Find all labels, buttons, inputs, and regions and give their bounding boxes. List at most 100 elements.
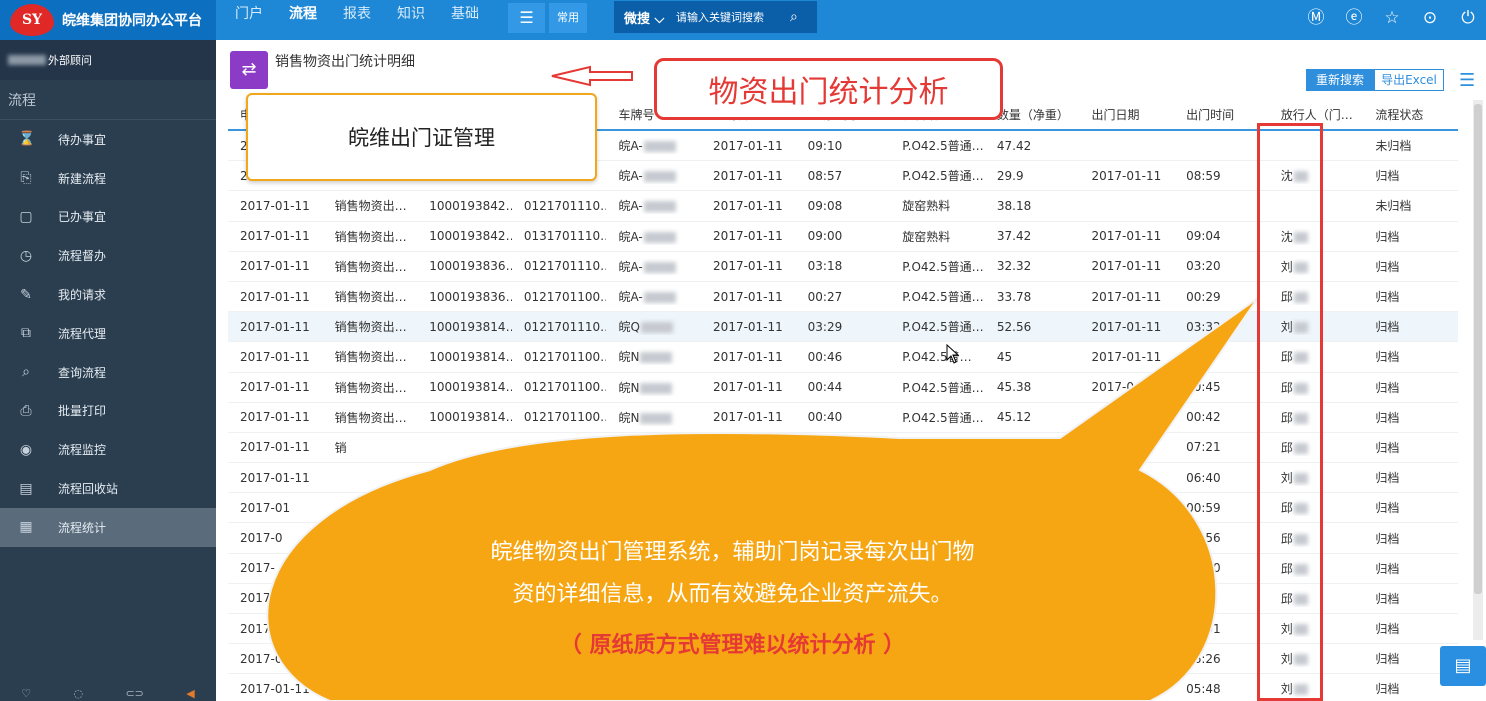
sidebar-item[interactable]: ▢ 已办事宜 <box>0 198 216 237</box>
callout-box: 皖维出门证管理 <box>246 93 597 181</box>
power-icon[interactable]: ⏻ <box>1456 6 1480 30</box>
sidebar-item[interactable]: ✎ 我的请求 <box>0 275 216 314</box>
sidebar-item[interactable]: ▤ 流程回收站 <box>0 469 216 508</box>
sidebar-item[interactable]: ▦ 流程统计 <box>0 507 216 547</box>
table-cell: 45.12 <box>985 410 1080 424</box>
cell-text: 销售物资出… <box>334 199 407 214</box>
table-cell: 2017-01-11 <box>701 380 796 394</box>
sidebar-item[interactable]: ⌛ 待办事宜 <box>0 120 216 159</box>
e-circle-icon[interactable]: ⓔ <box>1342 6 1366 30</box>
table-cell: 09:08 <box>796 199 891 213</box>
cell-text: 2017-01-11 <box>713 229 783 244</box>
nav-item[interactable]: 门户 <box>222 0 276 40</box>
cell-text: 1000193814… <box>429 349 512 364</box>
table-cell: 08:57 <box>796 169 891 183</box>
nav-item[interactable]: 知识 <box>384 0 438 40</box>
cell-text: P.O42.5普通… <box>902 410 984 425</box>
page-stats-icon: ⇄ <box>230 51 268 89</box>
table-cell: 2017-01-11 <box>701 169 796 183</box>
footer-user-icon[interactable]: ◌ <box>73 687 83 701</box>
cell-text: 2017-01-11 <box>240 681 310 696</box>
list-view-icon[interactable]: ☰ <box>1459 70 1475 91</box>
cell-text: 2017-0 <box>240 531 283 546</box>
cell-text: 销售物资出… <box>334 259 407 274</box>
vertical-scrollbar[interactable] <box>1473 100 1483 640</box>
column-header[interactable]: 出门时间 <box>1174 106 1269 123</box>
search-scope-dropdown[interactable]: 微搜 ⌵ <box>614 8 676 27</box>
cell-text: 00:44 <box>807 380 843 395</box>
scrollbar-thumb[interactable] <box>1474 104 1482 594</box>
cell-text: 05:48 <box>1186 681 1221 696</box>
nav-item[interactable]: 报表 <box>330 0 384 40</box>
search-icon[interactable]: ⌕ <box>790 9 798 25</box>
table-cell: 29.9 <box>985 169 1080 183</box>
sidebar-item[interactable]: ⎙ 批量打印 <box>0 392 216 431</box>
cell-text: 1000193842… <box>429 198 512 213</box>
column-header[interactable]: 流程状态 <box>1363 106 1458 123</box>
cell-text: 2017-01-11 <box>713 319 783 334</box>
sidebar-item-label: 流程统计 <box>58 520 107 535</box>
menu-button[interactable]: ☰ <box>508 3 545 33</box>
cell-text: 2017-01-11 <box>713 289 783 304</box>
sidebar-item[interactable]: ⌕ 查询流程 <box>0 353 216 392</box>
cell-text: 45.12 <box>996 410 1032 425</box>
nav-item[interactable]: 流程 <box>276 0 330 40</box>
common-button[interactable]: 常用 <box>549 3 587 33</box>
table-cell: 归档 <box>1363 258 1458 275</box>
footer-link-icon[interactable]: ⊂⊃ <box>125 687 143 701</box>
table-cell: 2017-0 <box>228 531 323 545</box>
star-icon[interactable]: ☆ <box>1380 6 1404 30</box>
footer-sound-icon[interactable]: ◀ <box>186 687 194 701</box>
cell-text: 2017-01-11 <box>713 380 783 395</box>
cell-text: 皖A- <box>618 199 643 214</box>
nav-item[interactable]: 基础 <box>438 0 492 40</box>
table-cell: 2017-01-11 <box>1079 290 1174 304</box>
cell-text: 45 <box>996 349 1013 364</box>
m-circle-icon[interactable]: Ⓜ <box>1304 6 1328 30</box>
table-cell: 归档 <box>1363 560 1458 577</box>
table-cell: 32.32 <box>985 259 1080 273</box>
more-icon[interactable]: ⊙ <box>1418 6 1442 30</box>
cell-text: 皖N <box>618 380 640 395</box>
cell-text: 09:08 <box>807 198 843 213</box>
sidebar-item[interactable]: ⧉ 流程代理 <box>0 314 216 353</box>
sidebar-item[interactable]: ⎘ 新建流程 <box>0 159 216 198</box>
cell-text: 08:59 <box>1186 168 1221 183</box>
cell-text: 0121701100… <box>523 289 607 304</box>
cell-text: 03:32 <box>1186 319 1221 334</box>
table-cell: 1000193814… <box>417 350 512 364</box>
cell-text: 07:21 <box>1186 440 1221 455</box>
redacted-blur <box>643 171 676 183</box>
sidebar-item[interactable]: ◉ 流程监控 <box>0 430 216 469</box>
bubble-line-2: 资的详细信息，从而有效避免企业资产流失。 <box>512 582 953 607</box>
table-cell: 2017-01-11 <box>228 320 323 334</box>
column-header[interactable]: 出门日期 <box>1079 106 1174 123</box>
refresh-search-button[interactable]: 重新搜索 <box>1306 69 1374 91</box>
cell-text: 皖A- <box>618 169 643 184</box>
sidebar-item[interactable]: ◷ 流程督办 <box>0 236 216 275</box>
cell-text: 00:27 <box>807 289 843 304</box>
export-excel-button[interactable]: 导出Excel <box>1374 69 1444 91</box>
chat-button[interactable]: ▤ <box>1440 646 1486 686</box>
table-cell: 7:24 <box>1174 591 1269 605</box>
cell-text: 2017-01-11 <box>1091 349 1162 364</box>
table-cell: 皖Q <box>606 318 701 335</box>
user-row[interactable]: 外部顾问 <box>0 40 216 80</box>
search-input[interactable] <box>676 10 786 24</box>
cell-text: 未归档 <box>1375 199 1412 214</box>
cell-text: 1000193814… <box>429 380 512 395</box>
table-cell: 2017-01-11 <box>1079 320 1174 334</box>
cell-text: 2017-01-11 <box>240 198 310 213</box>
table-cell: 2017-01-11 <box>1079 229 1174 243</box>
footer-heart-icon[interactable]: ♡ <box>21 687 31 701</box>
cell-text: 06:40 <box>1186 470 1221 485</box>
table-cell: 09:04 <box>1174 229 1269 243</box>
table-cell: 未归档 <box>1363 197 1458 214</box>
cell-text: 归档 <box>1375 682 1400 697</box>
table-cell: 2017-01-11 <box>228 229 323 243</box>
logo-area[interactable]: SY 皖维集团协同办公平台 <box>0 0 216 40</box>
table-cell: 1000193842… <box>417 229 512 243</box>
table-cell: 03:32 <box>1174 320 1269 334</box>
done-doc-icon: ▢ <box>19 208 33 225</box>
column-header[interactable]: 放行人（门… <box>1269 106 1364 123</box>
